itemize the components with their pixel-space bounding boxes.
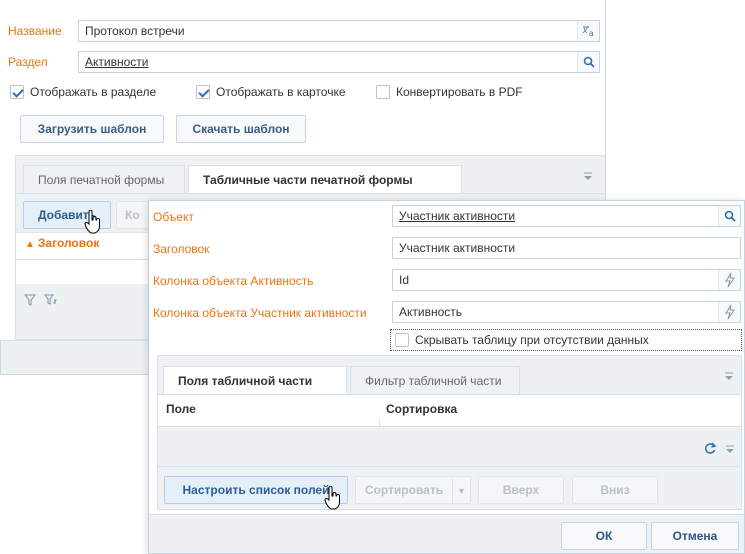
checkbox-box[interactable]: [376, 85, 390, 99]
sort-asc-icon: ▲: [25, 239, 35, 250]
title-value: Участник активности: [399, 241, 516, 255]
move-down-button[interactable]: Вниз: [572, 476, 658, 504]
grid-header-field[interactable]: Поле: [166, 402, 196, 416]
checkbox-label: Конвертировать в PDF: [396, 85, 523, 99]
name-value: Протокол встречи: [85, 24, 185, 38]
lightning-icon[interactable]: [718, 302, 740, 322]
section-label: Раздел: [8, 55, 48, 69]
lightning-icon[interactable]: [718, 270, 740, 290]
filter-settings-icon[interactable]: [44, 294, 60, 308]
translate-icon[interactable]: xa: [577, 21, 599, 41]
column-header-label: Заголовок: [37, 236, 100, 250]
grid-menu-icon[interactable]: [725, 444, 735, 454]
hand-cursor-icon: [84, 209, 100, 234]
column-header-title[interactable]: ▲ Заголовок: [25, 236, 99, 250]
checkbox-label: Отображать в разделе: [30, 85, 157, 99]
tab-table-filter[interactable]: Фильтр табличной части: [350, 366, 520, 394]
back-grid-row-line: [16, 259, 156, 260]
sort-button[interactable]: Сортировать ▼: [355, 476, 471, 504]
object-field[interactable]: Участник активности: [392, 205, 741, 227]
activity-column-label: Колонка объекта Активность: [153, 274, 314, 288]
front-tabs-menu-icon[interactable]: [724, 371, 734, 381]
search-icon[interactable]: [718, 206, 740, 226]
name-label: Название: [8, 24, 62, 38]
object-value[interactable]: Участник активности: [399, 209, 515, 223]
name-field[interactable]: Протокол встречи xa: [78, 20, 600, 42]
object-label: Объект: [153, 210, 194, 224]
svg-text:a: a: [589, 29, 594, 37]
title-label: Заголовок: [153, 242, 210, 256]
participant-column-label: Колонка объекта Участник активности: [153, 306, 367, 320]
configure-fields-button[interactable]: Настроить список полей: [164, 476, 348, 504]
grid-column-divider: [379, 420, 380, 427]
title-field[interactable]: Участник активности: [392, 237, 741, 259]
activity-column-field[interactable]: Id: [392, 269, 741, 291]
back-tabs-divider: [16, 193, 605, 194]
hand-cursor-icon: [324, 485, 340, 510]
ok-button[interactable]: ОК: [561, 522, 647, 550]
move-up-button[interactable]: Вверх: [478, 476, 564, 504]
checkbox-box[interactable]: [196, 85, 210, 99]
tab-print-form-fields[interactable]: Поля печатной формы: [23, 165, 185, 193]
filter-icon[interactable]: [23, 294, 40, 308]
section-field[interactable]: Активности: [78, 51, 600, 73]
checkbox-label: Отображать в карточке: [216, 85, 346, 99]
chevron-down-icon[interactable]: ▼: [452, 478, 470, 504]
checkbox-box[interactable]: [395, 333, 409, 347]
tab-print-form-tables[interactable]: Табличные части печатной формы: [188, 165, 462, 193]
participant-column-field[interactable]: Активность: [392, 301, 741, 323]
download-template-button[interactable]: Скачать шаблон: [176, 115, 306, 143]
refresh-icon[interactable]: [703, 441, 717, 455]
tab-table-fields[interactable]: Поля табличной части: [163, 366, 347, 394]
checkbox-label: Скрывать таблицу при отсутствии данных: [415, 333, 649, 347]
convert-pdf-checkbox[interactable]: Конвертировать в PDF: [376, 85, 523, 99]
section-value[interactable]: Активности: [85, 55, 148, 69]
hide-table-checkbox[interactable]: Скрывать таблицу при отсутствии данных: [390, 329, 742, 351]
cancel-button[interactable]: Отмена: [651, 522, 739, 550]
show-in-section-checkbox[interactable]: Отображать в разделе: [10, 85, 156, 99]
upload-template-button[interactable]: Загрузить шаблон: [20, 115, 164, 143]
sort-button-label: Сортировать: [364, 483, 444, 497]
activity-column-value: Id: [399, 273, 410, 287]
search-icon[interactable]: [577, 52, 599, 72]
show-in-card-checkbox[interactable]: Отображать в карточке: [196, 85, 346, 99]
grid-toolbar-divider: [158, 466, 741, 467]
grid-header-sort[interactable]: Сортировка: [386, 402, 457, 416]
participant-column-value: Активность: [399, 305, 463, 319]
back-tabs-menu-icon[interactable]: [583, 171, 593, 181]
checkbox-box[interactable]: [10, 85, 24, 99]
